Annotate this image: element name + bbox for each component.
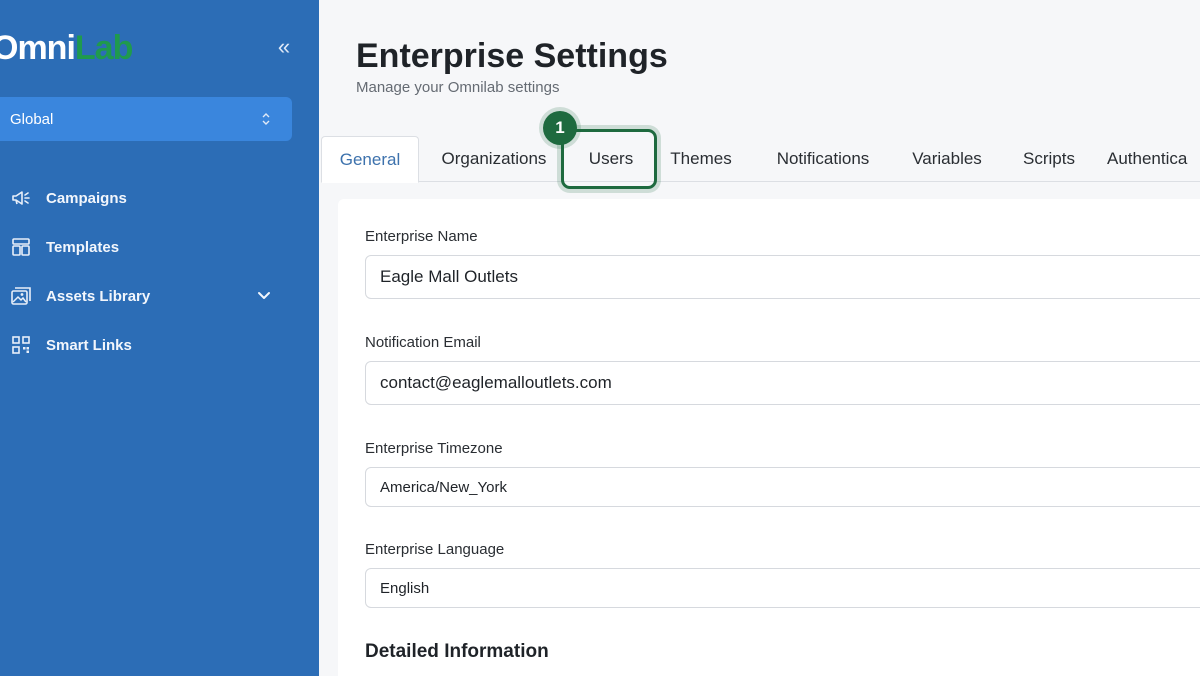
scope-select[interactable]: Global: [0, 97, 292, 141]
sidebar-item-templates[interactable]: Templates: [0, 225, 300, 269]
sidebar: OmniLab « Global Campaigns Templates Ass…: [0, 0, 319, 676]
images-icon: [10, 285, 32, 307]
brand-logo-part2: Lab: [74, 29, 133, 67]
scope-select-value: Global: [10, 110, 54, 128]
tab-organizations[interactable]: Organizations: [425, 136, 563, 182]
tab-users[interactable]: Users: [565, 136, 657, 182]
brand-logo: OmniLab: [0, 28, 133, 68]
tab-notifications[interactable]: Notifications: [755, 136, 891, 182]
chevron-down-icon[interactable]: [255, 287, 273, 305]
sidebar-item-label: Assets Library: [46, 287, 151, 305]
qr-code-icon: [10, 334, 32, 356]
settings-tabs: General Organizations Users Themes Notif…: [321, 136, 1200, 183]
step-badge: 1: [543, 111, 577, 145]
tab-authentication[interactable]: Authentica: [1107, 136, 1200, 182]
page-title: Enterprise Settings: [356, 37, 668, 75]
sidebar-item-label: Smart Links: [46, 336, 132, 354]
enterprise-language-select[interactable]: English: [365, 568, 1200, 608]
main-content: Enterprise Settings Manage your Omnilab …: [319, 0, 1200, 676]
select-arrows-icon: [260, 111, 272, 127]
sidebar-item-label: Campaigns: [46, 189, 127, 207]
template-icon: [10, 236, 32, 258]
notification-email-label: Notification Email: [365, 334, 481, 351]
sidebar-item-campaigns[interactable]: Campaigns: [0, 176, 300, 220]
detailed-information-heading: Detailed Information: [365, 641, 549, 662]
tab-scripts[interactable]: Scripts: [1009, 136, 1089, 182]
page-subtitle: Manage your Omnilab settings: [356, 79, 560, 96]
enterprise-timezone-select[interactable]: America/New_York: [365, 467, 1200, 507]
tab-general[interactable]: General: [321, 136, 419, 183]
tab-themes[interactable]: Themes: [657, 136, 745, 182]
enterprise-name-label: Enterprise Name: [365, 228, 478, 245]
double-chevron-left-icon: «: [277, 34, 291, 59]
app-window: OmniLab « Global Campaigns Templates Ass…: [0, 0, 1200, 676]
megaphone-icon: [10, 187, 32, 209]
collapse-sidebar-button[interactable]: «: [272, 34, 296, 60]
brand-logo-part1: Omni: [0, 29, 76, 67]
enterprise-name-input[interactable]: Eagle Mall Outlets: [365, 255, 1200, 299]
tab-variables[interactable]: Variables: [899, 136, 995, 182]
notification-email-input[interactable]: contact@eaglemalloutlets.com: [365, 361, 1200, 405]
sidebar-item-assets-library[interactable]: Assets Library: [0, 274, 300, 318]
general-settings-card: Enterprise Name Eagle Mall Outlets Notif…: [338, 199, 1200, 676]
enterprise-timezone-label: Enterprise Timezone: [365, 440, 503, 457]
enterprise-language-label: Enterprise Language: [365, 541, 505, 558]
sidebar-item-smart-links[interactable]: Smart Links: [0, 323, 300, 367]
sidebar-item-label: Templates: [46, 238, 120, 256]
